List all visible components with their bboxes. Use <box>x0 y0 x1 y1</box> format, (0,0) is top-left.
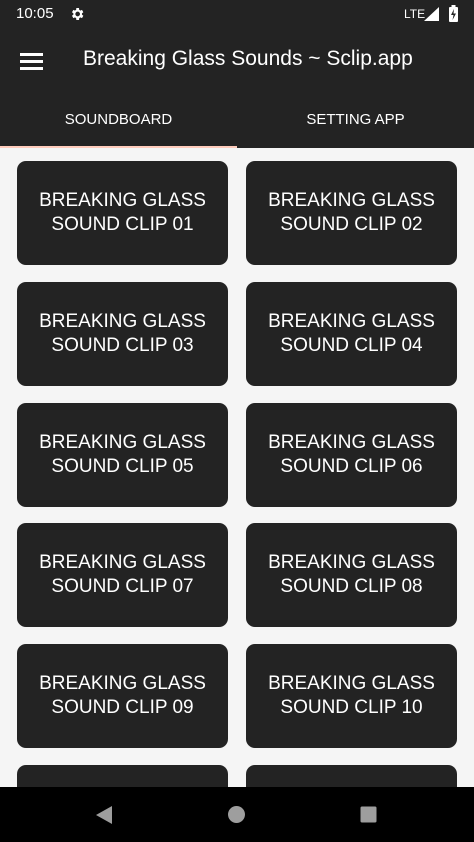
sound-clip-03-button[interactable]: BREAKING GLASS SOUND CLIP 03 <box>17 282 228 386</box>
soundboard-grid: BREAKING GLASS SOUND CLIP 01 BREAKING GL… <box>0 148 474 787</box>
sound-clip-01-button[interactable]: BREAKING GLASS SOUND CLIP 01 <box>17 161 228 265</box>
sound-button-line2: SOUND CLIP 01 <box>51 214 194 235</box>
home-icon[interactable] <box>227 805 246 824</box>
status-time: 10:05 <box>16 5 54 22</box>
sound-button-line2: SOUND CLIP 04 <box>280 335 423 356</box>
tab-bar: SOUNDBOARD SETTING APP <box>0 94 474 148</box>
sound-button-line2: SOUND CLIP 09 <box>51 697 194 718</box>
sound-clip-button-partial[interactable] <box>17 765 228 787</box>
tab-soundboard[interactable]: SOUNDBOARD <box>0 94 237 148</box>
sound-button-line2: SOUND CLIP 02 <box>280 214 423 235</box>
sound-button-line2: SOUND CLIP 10 <box>280 697 423 718</box>
sound-clip-07-button[interactable]: BREAKING GLASS SOUND CLIP 07 <box>17 523 228 627</box>
sound-clip-05-button[interactable]: BREAKING GLASS SOUND CLIP 05 <box>17 403 228 507</box>
sound-clip-10-button[interactable]: BREAKING GLASS SOUND CLIP 10 <box>246 644 457 748</box>
tab-setting-app[interactable]: SETTING APP <box>237 94 474 148</box>
sound-clip-09-button[interactable]: BREAKING GLASS SOUND CLIP 09 <box>17 644 228 748</box>
back-icon[interactable] <box>95 805 113 825</box>
sound-button-line2: SOUND CLIP 07 <box>51 576 194 597</box>
sound-button-line1: BREAKING GLASS <box>39 552 206 573</box>
signal-icon <box>424 7 439 21</box>
system-nav-bar <box>0 787 474 842</box>
sound-clip-02-button[interactable]: BREAKING GLASS SOUND CLIP 02 <box>246 161 457 265</box>
sound-button-line1: BREAKING GLASS <box>268 673 435 694</box>
sound-clip-08-button[interactable]: BREAKING GLASS SOUND CLIP 08 <box>246 523 457 627</box>
sound-button-line1: BREAKING GLASS <box>39 673 206 694</box>
sound-button-line1: BREAKING GLASS <box>39 432 206 453</box>
sound-button-line2: SOUND CLIP 08 <box>280 576 423 597</box>
app-title: Breaking Glass Sounds ~ Sclip.app <box>83 47 413 70</box>
sound-button-line1: BREAKING GLASS <box>268 432 435 453</box>
sound-button-line1: BREAKING GLASS <box>39 190 206 211</box>
settings-gear-icon <box>72 8 84 20</box>
sound-button-line2: SOUND CLIP 05 <box>51 456 194 477</box>
sound-clip-04-button[interactable]: BREAKING GLASS SOUND CLIP 04 <box>246 282 457 386</box>
battery-icon <box>449 5 458 22</box>
sound-clip-06-button[interactable]: BREAKING GLASS SOUND CLIP 06 <box>246 403 457 507</box>
sound-button-line1: BREAKING GLASS <box>268 190 435 211</box>
hamburger-menu-icon[interactable] <box>14 46 50 76</box>
sound-button-line1: BREAKING GLASS <box>268 311 435 332</box>
status-bar: 10:05 LTE <box>0 0 474 28</box>
sound-clip-button-partial[interactable] <box>246 765 457 787</box>
recents-icon[interactable] <box>360 806 377 823</box>
sound-button-line1: BREAKING GLASS <box>268 552 435 573</box>
app-bar: Breaking Glass Sounds ~ Sclip.app <box>0 28 474 94</box>
network-type: LTE <box>404 7 426 21</box>
sound-button-line2: SOUND CLIP 06 <box>280 456 423 477</box>
sound-button-line2: SOUND CLIP 03 <box>51 335 194 356</box>
sound-button-line1: BREAKING GLASS <box>39 311 206 332</box>
